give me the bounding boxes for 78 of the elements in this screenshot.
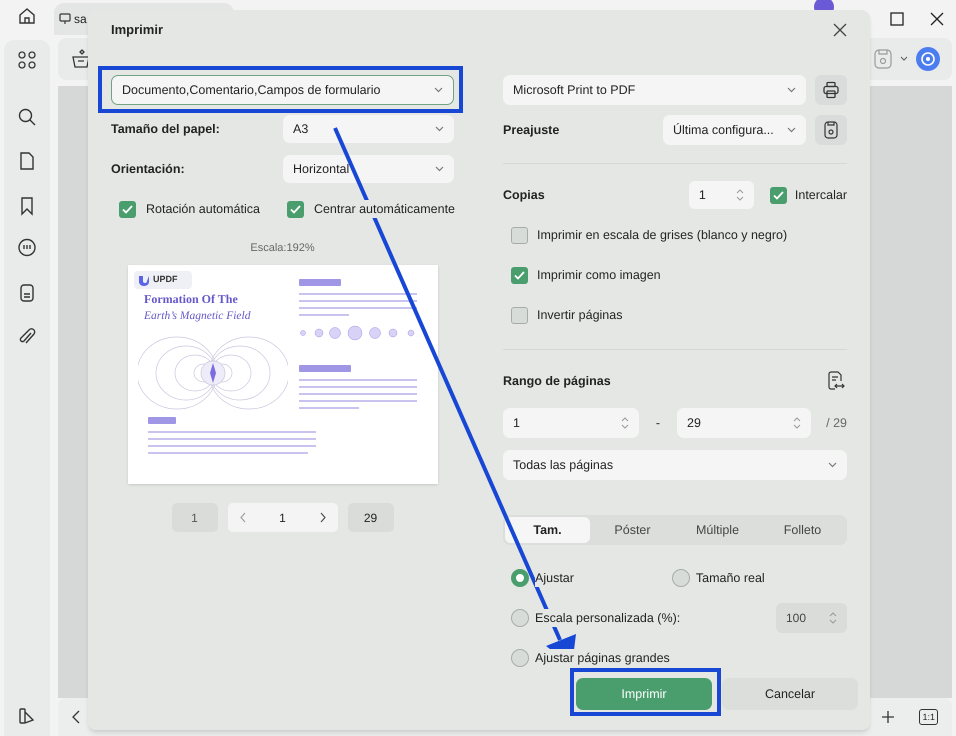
preview-title: Formation Of The [144,290,239,308]
close-icon[interactable] [930,12,944,26]
field-label: Tamaño del papel: [111,120,220,138]
caret-icon [787,127,796,133]
stepper-icon[interactable] [621,416,629,430]
comment-icon[interactable] [17,238,37,258]
dropdown[interactable]: Horizontal [283,155,454,183]
home-icon[interactable] [17,6,37,26]
page-total: / 29 [826,414,847,432]
checkbox[interactable] [286,200,304,218]
caret-icon [435,166,444,172]
checkbox[interactable] [119,200,136,218]
save-icon [824,121,838,139]
dropdown[interactable]: A3 [283,115,454,143]
preset-dropdown[interactable]: Última configura... [663,115,806,145]
section-title: Rango de páginas [503,372,611,390]
caret-icon[interactable] [900,56,908,62]
caret-icon [434,87,443,93]
field-label: Copias [503,186,546,204]
search-icon[interactable] [17,107,37,127]
content-dropdown[interactable]: Documento,Comentario,Campos de formulario [111,75,454,105]
checkbox[interactable] [770,186,787,204]
save-preset-button[interactable] [815,115,847,145]
maximize-icon[interactable] [890,12,904,26]
radio-button[interactable] [511,609,529,627]
dialog-title: Imprimir [111,21,164,40]
check-icon [772,190,784,200]
option-label: Centrar automáticamente [314,200,455,218]
chevron-right-icon[interactable] [320,512,326,523]
page-subset-dropdown[interactable]: Todas las páginas [503,450,847,480]
option-label: Escala personalizada (%): [535,608,680,628]
actual-size-button[interactable]: 1:1 [919,709,938,725]
close-icon[interactable] [833,23,847,37]
monitor-icon [59,13,71,25]
layers-icon[interactable] [17,706,37,726]
option-label: Ajustar páginas grandes [535,648,670,668]
checkbox[interactable] [511,306,528,324]
check-icon [514,270,525,280]
scale-field[interactable]: 100 [776,603,847,633]
last-page-button[interactable]: 29 [348,503,394,532]
copies-field[interactable]: 1 [688,181,754,209]
page-swap-icon[interactable] [827,371,845,391]
stepper-icon[interactable] [736,188,744,202]
tab-title: sa [74,11,87,28]
printer-settings-button[interactable] [815,75,847,105]
first-page-button[interactable]: 1 [172,503,218,532]
apps-icon[interactable] [17,50,37,70]
cancel-button[interactable]: Cancelar [722,678,858,710]
check-icon [290,204,301,214]
radio-button[interactable] [672,569,690,587]
tab[interactable]: Múltiple [675,517,760,543]
plus-icon[interactable] [881,710,896,724]
check-icon [122,204,133,214]
printer-dropdown[interactable]: Microsoft Print to PDF [503,75,806,105]
tab[interactable]: Tam. [505,517,590,543]
radio-button[interactable] [511,649,529,667]
range-separator: - [654,414,662,432]
page-number-field[interactable]: 29 [677,408,811,438]
preview-subtitle: Earth’s Magnetic Field [144,308,252,324]
scale-label: Escala:192% [249,241,316,256]
tab[interactable]: Póster [590,517,675,543]
stepper-icon[interactable] [793,416,801,430]
checkbox[interactable] [511,266,528,284]
chevron-left-icon[interactable] [72,710,80,724]
caret-icon [828,462,837,468]
field-label: Preajuste [503,122,560,139]
logo-text: UPDF [153,273,178,286]
checkbox[interactable] [511,226,528,244]
printer-icon [822,81,840,99]
radio-button[interactable] [511,569,529,587]
page-field[interactable]: 1 [228,503,338,532]
tab[interactable]: Folleto [760,517,845,543]
logo-icon [138,274,150,286]
ai-assistant-icon[interactable] [916,47,940,71]
caret-icon [787,87,796,93]
field-label: Orientación: [111,160,185,178]
caret-icon [435,126,444,132]
page-number-field[interactable]: 1 [503,408,639,438]
